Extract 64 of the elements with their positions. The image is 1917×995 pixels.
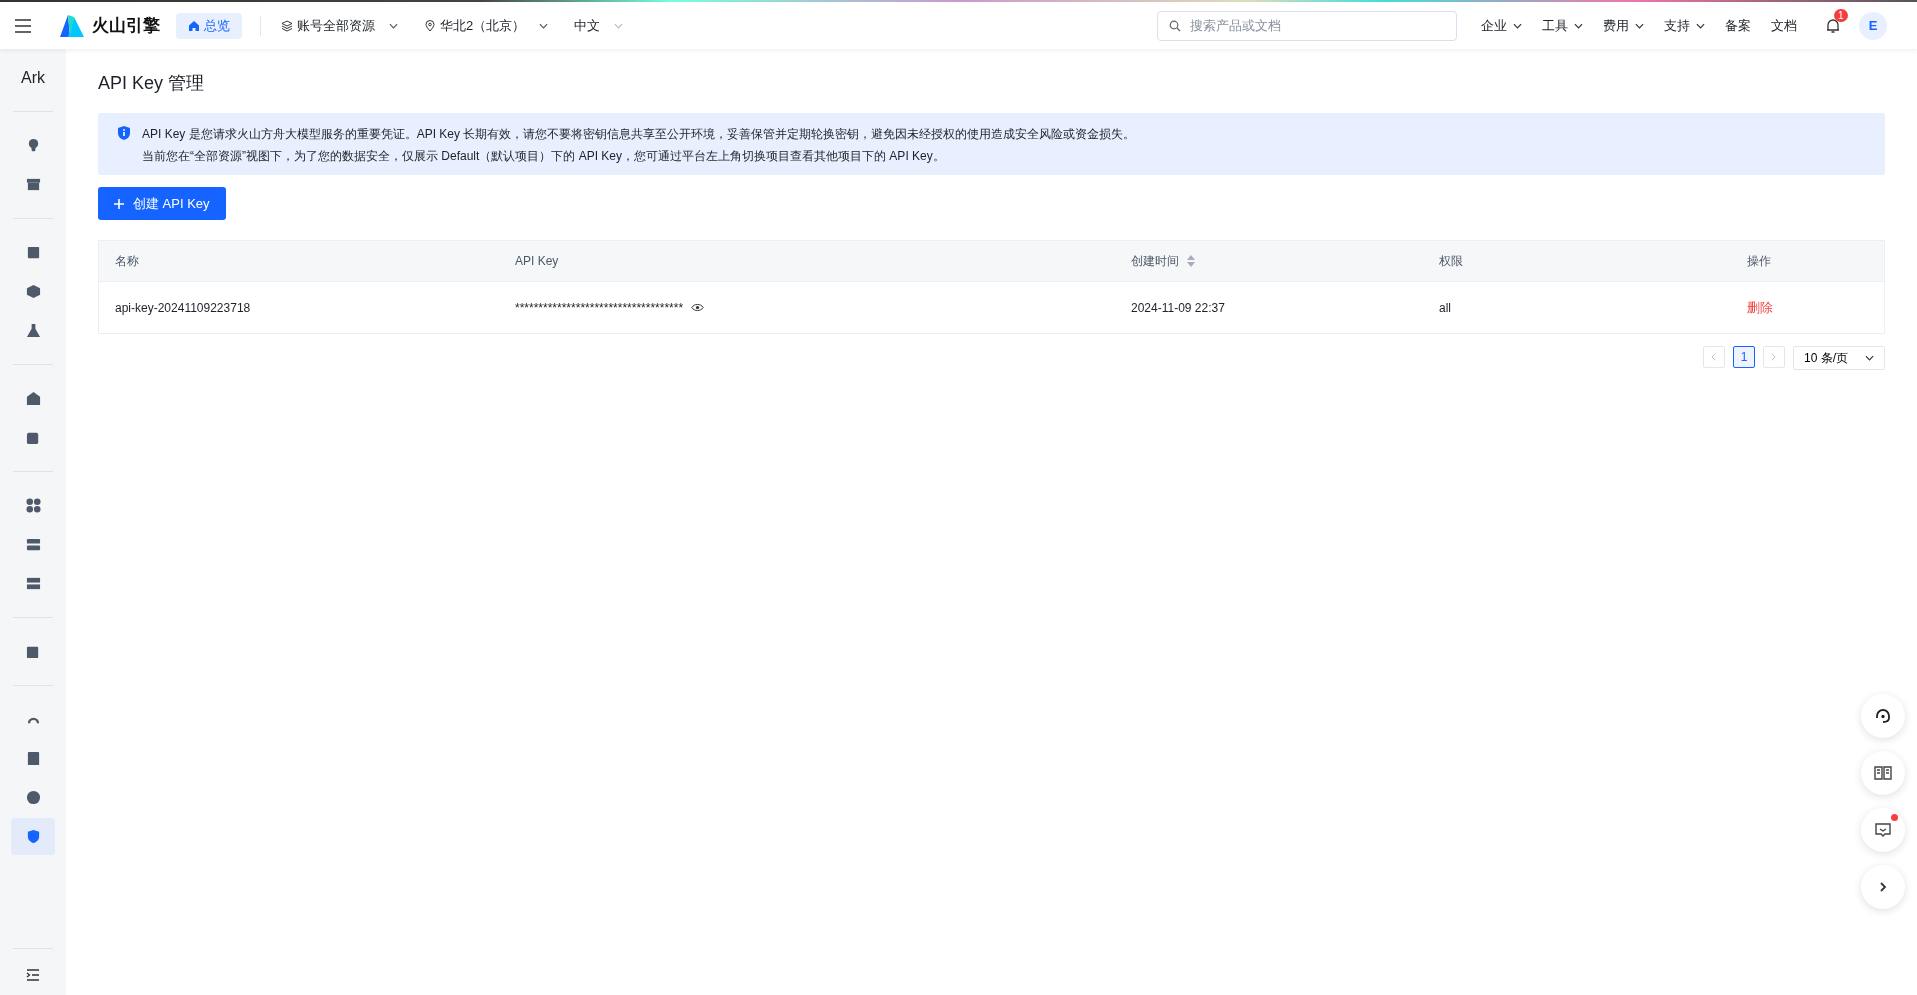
floating-button[interactable] — [1861, 694, 1905, 738]
notification-badge: 1 — [1834, 8, 1848, 22]
page-title: API Key 管理 — [98, 72, 206, 95]
table-cell: api-key-20241109223718 — [115, 300, 251, 315]
shield-icon — [25, 829, 41, 844]
column-header: API Key — [515, 254, 559, 268]
overview-tab[interactable]: 总览 — [176, 12, 242, 39]
plus-icon — [114, 198, 124, 209]
create-api-key-button[interactable]: 创建 API Key — [98, 187, 226, 220]
brand-name: 火山引擎 — [92, 15, 160, 37]
user-avatar[interactable]: E — [1859, 11, 1887, 40]
nav-menu[interactable]: 备案 — [1725, 16, 1751, 35]
location-pin-icon — [424, 19, 436, 32]
table-cell: ************************************ — [515, 300, 684, 315]
notice-text: 当前您在“全部资源”视图下，为了您的数据安全，仅展示 Default（默认项目）下的 API Key，您可通过平台左上角切换项目查看其他项目下的 API Key。 — [142, 148, 946, 165]
column-header: 操作 — [1747, 252, 1771, 270]
nav-menu[interactable]: 费用 — [1603, 16, 1644, 35]
product-name: Ark — [21, 69, 45, 87]
chevron-left-icon — [1711, 353, 1717, 361]
message-icon — [1874, 821, 1892, 839]
archive-icon — [25, 177, 41, 192]
menu-icon[interactable] — [14, 18, 32, 33]
table-cell: all — [1439, 300, 1451, 315]
cube-icon — [25, 284, 41, 299]
chevron-right-icon — [1771, 353, 1777, 361]
column-header: 创建时间 — [1131, 252, 1179, 270]
caret-icon — [1574, 22, 1583, 29]
notice-text: API Key 是您请求火山方舟大模型服务的重要凭证。API Key 长期有效，请您不要将密钥信息共享至公开环境，妥善保管并定期轮换密钥，避免因未经授权的使用造成安全风险或资金损失。 — [142, 126, 1136, 143]
search-field[interactable]: 搜索产品或文档 — [1157, 10, 1457, 41]
selector-dropdown[interactable]: 华北2（北京） — [424, 16, 549, 35]
page-button[interactable]: 1 — [1733, 346, 1755, 368]
selector-dropdown[interactable]: 账号全部资源 — [281, 16, 398, 35]
unread-dot — [1891, 814, 1898, 821]
caret-icon — [389, 22, 398, 29]
home-icon — [188, 19, 200, 32]
column-header: 权限 — [1439, 252, 1463, 270]
collapse-icon[interactable] — [26, 969, 40, 981]
caret-icon — [539, 22, 549, 29]
eye-icon[interactable] — [691, 303, 705, 312]
info-shield-icon — [116, 125, 132, 141]
caret-icon — [1865, 355, 1874, 361]
bell-icon[interactable] — [1825, 17, 1841, 34]
book-icon — [1874, 764, 1892, 782]
caret-icon — [1696, 22, 1705, 29]
nav-menu[interactable]: 支持 — [1664, 16, 1705, 35]
tray-icon — [25, 537, 41, 552]
column-header: 名称 — [115, 252, 139, 270]
delete-link[interactable]: 删除 — [1747, 298, 1773, 317]
selector-dropdown[interactable]: 中文 — [574, 16, 624, 35]
nav-menu[interactable]: 工具 — [1542, 16, 1583, 35]
table-cell: 2024-11-09 22:37 — [1131, 300, 1225, 315]
page-size-dropdown[interactable]: 10 条/页 — [1793, 346, 1885, 370]
logo-icon — [60, 14, 84, 37]
nav-menu[interactable]: 企业 — [1481, 16, 1522, 35]
caret-icon — [614, 22, 624, 29]
nav-menu[interactable]: 文档 — [1771, 16, 1797, 35]
layers-icon — [281, 19, 293, 32]
sidebar-item[interactable] — [11, 818, 55, 855]
search-icon — [1169, 19, 1181, 32]
server-icon — [25, 576, 41, 591]
caret-icon — [1513, 22, 1522, 29]
flask-icon — [25, 323, 41, 338]
apps-icon — [25, 498, 41, 513]
caret-icon — [1635, 22, 1644, 29]
